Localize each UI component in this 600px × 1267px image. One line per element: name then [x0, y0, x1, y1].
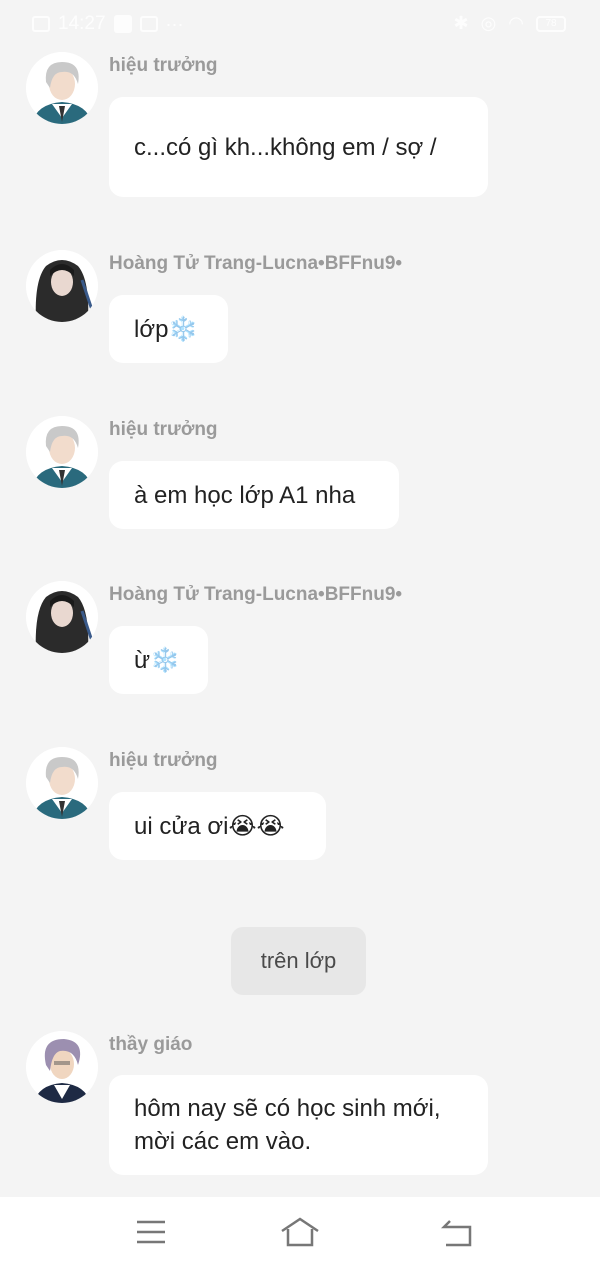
status-time: 14:27: [58, 13, 106, 34]
avatar[interactable]: [26, 581, 98, 653]
avatar[interactable]: [26, 1031, 98, 1103]
avatar[interactable]: [26, 52, 98, 124]
narration-label: trên lớp: [231, 927, 366, 995]
message-text: ui cửa ơi😭😭: [134, 812, 285, 840]
sender-name: hiệu trưởng: [109, 419, 218, 440]
navigation-bar: [0, 1197, 600, 1267]
narration-text: trên lớp: [260, 948, 337, 973]
sender-name: hiệu trưởng: [109, 55, 218, 76]
signal-icon: [32, 16, 50, 32]
message-bubble[interactable]: à em học lớp A1 nha: [109, 461, 399, 529]
wifi-icon: ◠: [508, 13, 524, 33]
message-text: ừ❄️: [134, 646, 180, 674]
notification-icon: [139, 16, 158, 32]
message-bubble[interactable]: hôm nay sẽ có học sinh mới, mời các em v…: [109, 1075, 488, 1175]
home-icon: [281, 1217, 319, 1247]
message-text: à em học lớp A1 nha: [134, 481, 356, 509]
back-icon: [440, 1220, 472, 1247]
message-text: hôm nay sẽ có học sinh mới, mời các em v…: [134, 1095, 441, 1155]
avatar[interactable]: [26, 747, 98, 819]
battery-icon: 78: [536, 15, 566, 32]
sender-name: Hoàng Tử Trang-Lucna•BFFnu9•: [109, 584, 403, 605]
menu-button[interactable]: [131, 1215, 171, 1249]
message-bubble[interactable]: ui cửa ơi😭😭: [109, 792, 326, 860]
avatar[interactable]: [26, 250, 98, 322]
vibrate-icon: ◎: [480, 13, 497, 33]
message-bubble[interactable]: c...có gì kh...không em / sợ /: [109, 97, 488, 197]
menu-icon: [137, 1220, 165, 1244]
home-button[interactable]: [280, 1215, 320, 1249]
message-bubble[interactable]: lớp❄️: [109, 295, 228, 363]
avatar[interactable]: [26, 416, 98, 488]
sender-name: hiệu trưởng: [109, 750, 218, 771]
status-bar: 14:27 ··· ✱ ◎ ◠ 78: [0, 0, 600, 46]
sender-name: thầy giáo: [109, 1034, 193, 1055]
facebook-icon: [113, 15, 132, 33]
back-button[interactable]: [438, 1215, 478, 1249]
message-bubble[interactable]: ừ❄️: [109, 626, 208, 694]
sender-name: Hoàng Tử Trang-Lucna•BFFnu9•: [109, 253, 403, 274]
more-notifications-icon: ···: [165, 13, 184, 34]
message-text: lớp❄️: [134, 315, 199, 343]
message-text: c...có gì kh...không em / sợ /: [134, 133, 437, 161]
bluetooth-icon: ✱: [453, 13, 469, 33]
